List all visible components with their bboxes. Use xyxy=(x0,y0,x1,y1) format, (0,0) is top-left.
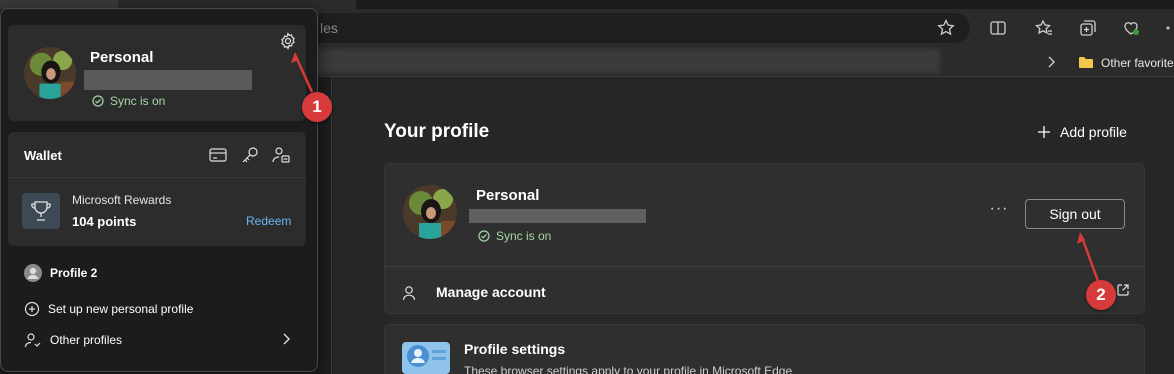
add-circle-icon xyxy=(24,301,40,317)
setup-new-profile-label: Set up new personal profile xyxy=(48,302,194,316)
page-title: Your profile xyxy=(384,121,490,142)
personal-info-icon[interactable] xyxy=(271,146,291,164)
favorite-star-icon[interactable] xyxy=(936,18,956,38)
manage-account-link[interactable]: Manage account xyxy=(436,284,546,300)
collections-icon[interactable] xyxy=(1078,18,1098,38)
more-options-button[interactable]: ··· xyxy=(988,201,1010,221)
card-divider xyxy=(384,266,1145,267)
folder-icon xyxy=(1079,57,1093,68)
chevron-right-icon[interactable] xyxy=(1044,55,1058,69)
profile-settings-illustration xyxy=(402,342,450,374)
rewards-name: Microsoft Rewards xyxy=(72,193,172,207)
plus-icon xyxy=(1038,126,1050,138)
add-profile-label: Add profile xyxy=(1060,124,1127,140)
rewards-trophy-icon xyxy=(22,193,60,229)
profile-avatar xyxy=(403,185,457,239)
profile-email-redacted xyxy=(469,209,646,223)
flyout-email-redacted xyxy=(84,70,252,90)
add-profile-button[interactable]: Add profile xyxy=(1036,121,1127,143)
profile-settings-description: These browser settings apply to your pro… xyxy=(464,364,793,374)
sync-status-text: Sync is on xyxy=(496,229,552,243)
redeem-link[interactable]: Redeem xyxy=(246,214,291,228)
annotation-marker-2: 2 xyxy=(1086,280,1116,310)
flyout-profile-name: Personal xyxy=(90,49,154,66)
wallet-divider xyxy=(8,177,306,178)
other-profiles-item[interactable]: Other profiles xyxy=(24,330,122,350)
wallet-title[interactable]: Wallet xyxy=(24,148,62,163)
chevron-right-icon[interactable] xyxy=(282,332,292,346)
favorites-icon[interactable] xyxy=(1034,18,1054,38)
sign-out-button[interactable]: Sign out xyxy=(1025,199,1125,229)
check-circle-icon xyxy=(478,230,490,242)
credit-card-icon[interactable] xyxy=(208,146,228,164)
profile-2-label: Profile 2 xyxy=(50,266,98,280)
blurred-favorites xyxy=(300,49,940,73)
browser-essentials-icon[interactable] xyxy=(1121,18,1141,38)
annotation-marker-1: 1 xyxy=(302,92,332,122)
profile-2-item[interactable]: Profile 2 xyxy=(24,263,97,283)
sync-status: Sync is on xyxy=(478,229,551,243)
profile-avatar-icon xyxy=(24,264,42,282)
flyout-avatar xyxy=(24,47,76,99)
people-icon xyxy=(24,333,41,348)
flyout-sync-status: Sync is on xyxy=(92,94,165,108)
rewards-points: 104 points xyxy=(72,214,137,229)
check-circle-icon xyxy=(92,95,104,107)
gear-icon[interactable] xyxy=(279,32,297,50)
person-icon xyxy=(402,286,416,301)
setup-new-profile-item[interactable]: Set up new personal profile xyxy=(24,299,193,319)
key-icon[interactable] xyxy=(240,146,260,164)
address-text: les xyxy=(320,20,338,36)
flyout-sync-text: Sync is on xyxy=(110,94,166,108)
address-bar[interactable] xyxy=(300,13,970,43)
split-screen-icon[interactable] xyxy=(988,18,1008,38)
external-link-icon[interactable] xyxy=(1116,283,1130,297)
profile-name: Personal xyxy=(476,187,540,204)
more-menu-icon[interactable] xyxy=(1162,18,1174,38)
other-profiles-label: Other profiles xyxy=(50,333,123,347)
other-favorites-folder[interactable]: Other favorite xyxy=(1101,56,1174,70)
profile-settings-title: Profile settings xyxy=(464,341,566,357)
